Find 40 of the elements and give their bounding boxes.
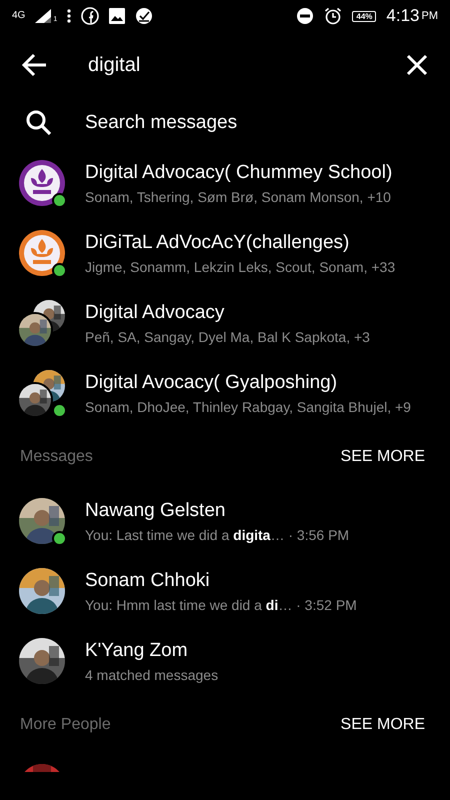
section-title: Messages (20, 448, 93, 466)
clock-ampm: PM (422, 10, 438, 22)
conversation-item[interactable]: Sonam Chhoki You: Hmm last time we did a di… · 3:52 PM (0, 556, 450, 626)
group-name: Digital Advocacy (85, 302, 226, 324)
group-members: Sonam, DhoJee, Thinley Rabgay, Sangita Bhujel, +9 (85, 398, 411, 414)
search-field[interactable]: digital (88, 50, 404, 80)
group-members: Sonam, Tshering, Søm Brø, Sonam Monson, +10 (85, 188, 392, 204)
conversation-item[interactable]: Nawang Gelsten You: Last time we did a digita… · 3:56 PM (0, 486, 450, 556)
group-chat-item[interactable]: Digital Advocacy( Chummey School) Sonam, Tshering, Søm Brø, Sonam Monson, +10 (0, 148, 450, 218)
see-more-button[interactable]: SEE MORE (340, 716, 425, 734)
message-snippet: You: Hmm last time we did a di… · 3:52 PM (85, 596, 357, 612)
see-more-button[interactable]: SEE MORE (340, 448, 425, 466)
contact-name: K'Yang Zom (85, 640, 189, 662)
message-snippet: 4 matched messages (85, 666, 218, 682)
group-chat-item[interactable]: DiGiTaL AdVocAcY(challenges) Jigme, Sonamm, Lekzin Leks, Scout, Sonam, +33 (0, 218, 450, 288)
contact-name: Sonam Chhoki (85, 570, 211, 592)
close-button[interactable] (404, 52, 430, 78)
clock-time: 4:13 (386, 6, 420, 26)
group-name: DiGiTaL AdVocAcY(challenges) (85, 232, 350, 254)
message-snippet: You: Last time we did a digita… · 3:56 PM (85, 526, 350, 542)
signal-icon (35, 9, 52, 23)
network-label: 4G (12, 11, 26, 21)
search-icon (26, 110, 52, 136)
group-chat-item[interactable]: Digital Avocacy( Gyalposhing) Sonam, DhoJee, Thinley Rabgay, Sangita Bhujel, +9 (0, 358, 450, 428)
do-not-disturb-icon (296, 7, 314, 25)
group-name: Digital Avocacy( Gyalposhing) (85, 372, 338, 394)
group-members: Jigme, Sonamm, Lekzin Leks, Scout, Sonam, +33 (85, 258, 396, 274)
group-name: Digital Advocacy( Chummey School) (85, 162, 392, 184)
facebook-icon (81, 7, 100, 25)
alarm-icon (324, 7, 342, 25)
contact-name: Nawang Gelsten (85, 500, 226, 522)
check-icon (135, 7, 154, 25)
section-title: More People (20, 716, 111, 734)
conversation-item[interactable]: K'Yang Zom 4 matched messages (0, 626, 450, 696)
more-icon (67, 9, 72, 23)
image-icon (109, 8, 126, 24)
group-chat-item[interactable]: Digital Advocacy Peñ, SA, Sangay, Dyel Ma, Bal K Sapkota, +3 (0, 288, 450, 358)
battery-icon: 44% (352, 10, 376, 22)
group-members: Peñ, SA, Sangay, Dyel Ma, Bal K Sapkota, +3 (85, 328, 370, 344)
search-messages-item[interactable]: Search messages (0, 98, 450, 148)
